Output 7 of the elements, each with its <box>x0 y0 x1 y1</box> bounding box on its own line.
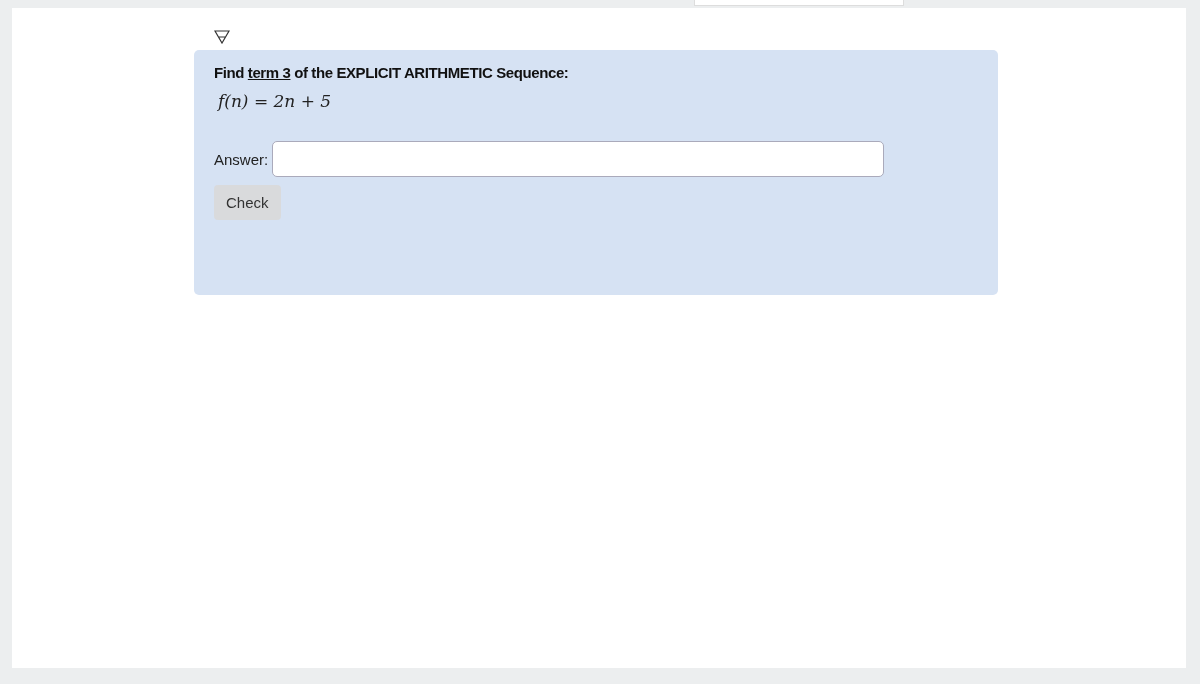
formula: f(n) = 2n + 5 <box>218 91 333 111</box>
answer-label: Answer: <box>214 150 269 168</box>
answer-field[interactable] <box>272 141 885 177</box>
check-button[interactable]: Check <box>214 185 281 220</box>
question-text: Find term 3 of the EXPLICIT ARITHMETIC Sequence: <box>214 64 570 81</box>
term-link[interactable]: term 3 <box>247 64 291 81</box>
triangle-icon <box>214 30 230 44</box>
